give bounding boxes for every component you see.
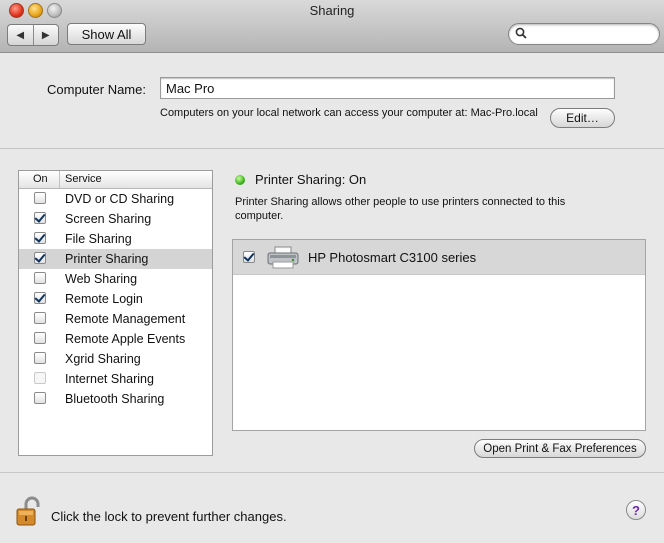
printer-icon (267, 246, 299, 269)
service-label: Xgrid Sharing (65, 352, 141, 366)
open-print-fax-preferences-button[interactable]: Open Print & Fax Preferences (474, 439, 646, 458)
service-label: File Sharing (65, 232, 132, 246)
service-row[interactable]: Remote Management (19, 309, 212, 329)
help-button[interactable]: ? (626, 500, 646, 520)
service-enable-checkbox[interactable] (34, 252, 46, 264)
column-header-service[interactable]: Service (65, 173, 102, 185)
edit-button[interactable]: Edit… (550, 108, 615, 128)
service-rows: DVD or CD Sharing Screen Sharing File Shar… (19, 189, 212, 409)
service-enable-checkbox[interactable] (34, 192, 46, 204)
status-indicator-icon (235, 175, 245, 185)
column-header-on[interactable]: On (33, 173, 48, 185)
open-padlock-icon[interactable] (16, 496, 42, 528)
footer-bar (0, 472, 664, 543)
service-description: Printer Sharing allows other people to u… (235, 196, 566, 222)
service-enable-checkbox[interactable] (34, 232, 46, 244)
printer-row[interactable]: HP Photosmart C3100 series (233, 240, 645, 275)
search-field[interactable] (508, 23, 660, 45)
service-label: Remote Apple Events (65, 332, 186, 346)
service-row[interactable]: Printer Sharing (19, 249, 212, 269)
computer-name-section (0, 53, 664, 149)
computer-name-field[interactable]: Mac Pro (160, 77, 615, 99)
printer-name: HP Photosmart C3100 series (308, 250, 477, 265)
service-list-header: On Service (19, 171, 212, 189)
service-enable-checkbox[interactable] (34, 212, 46, 224)
service-label: Screen Sharing (65, 212, 152, 226)
window-toolbar: Sharing ◀ ▶ Show All (0, 0, 664, 53)
printer-share-checkbox[interactable] (243, 251, 255, 263)
lock-message: Click the lock to prevent further change… (51, 509, 287, 524)
service-enable-checkbox[interactable] (34, 392, 46, 404)
service-enable-checkbox[interactable] (34, 312, 46, 324)
computer-address-text: Computers on your local network can acce… (160, 107, 538, 119)
column-divider (59, 171, 60, 188)
service-label: Printer Sharing (65, 252, 149, 266)
service-row[interactable]: Screen Sharing (19, 209, 212, 229)
forward-arrow-icon: ▶ (41, 29, 50, 41)
back-button[interactable]: ◀ (8, 25, 34, 45)
window-title: Sharing (309, 3, 355, 18)
service-enable-checkbox[interactable] (34, 352, 46, 364)
service-row[interactable]: File Sharing (19, 229, 212, 249)
service-enable-checkbox[interactable] (34, 292, 46, 304)
service-status-text: Printer Sharing: On (255, 172, 367, 187)
service-label: DVD or CD Sharing (65, 192, 175, 206)
service-enable-checkbox (34, 372, 46, 384)
back-arrow-icon: ◀ (16, 29, 25, 41)
computer-name-label: Computer Name: (47, 82, 146, 97)
service-label: Remote Login (65, 292, 143, 306)
service-label: Bluetooth Sharing (65, 392, 165, 406)
show-all-button[interactable]: Show All (67, 23, 146, 45)
service-list: On Service DVD or CD Sharing Screen Shari… (18, 170, 213, 456)
magnifier-icon (515, 27, 527, 39)
forward-button[interactable]: ▶ (34, 25, 59, 45)
service-row[interactable]: Remote Apple Events (19, 329, 212, 349)
service-row[interactable]: Bluetooth Sharing (19, 389, 212, 409)
service-label: Internet Sharing (65, 372, 154, 386)
service-enable-checkbox[interactable] (34, 272, 46, 284)
printer-list: HP Photosmart C3100 series (232, 239, 646, 431)
service-row[interactable]: Xgrid Sharing (19, 349, 212, 369)
service-row[interactable]: Internet Sharing (19, 369, 212, 389)
service-enable-checkbox[interactable] (34, 332, 46, 344)
service-label: Web Sharing (65, 272, 138, 286)
service-row[interactable]: Remote Login (19, 289, 212, 309)
service-label: Remote Management (65, 312, 186, 326)
service-row[interactable]: DVD or CD Sharing (19, 189, 212, 209)
help-icon: ? (632, 502, 640, 518)
navigation-segmented-control: ◀ ▶ (7, 24, 59, 46)
service-row[interactable]: Web Sharing (19, 269, 212, 289)
